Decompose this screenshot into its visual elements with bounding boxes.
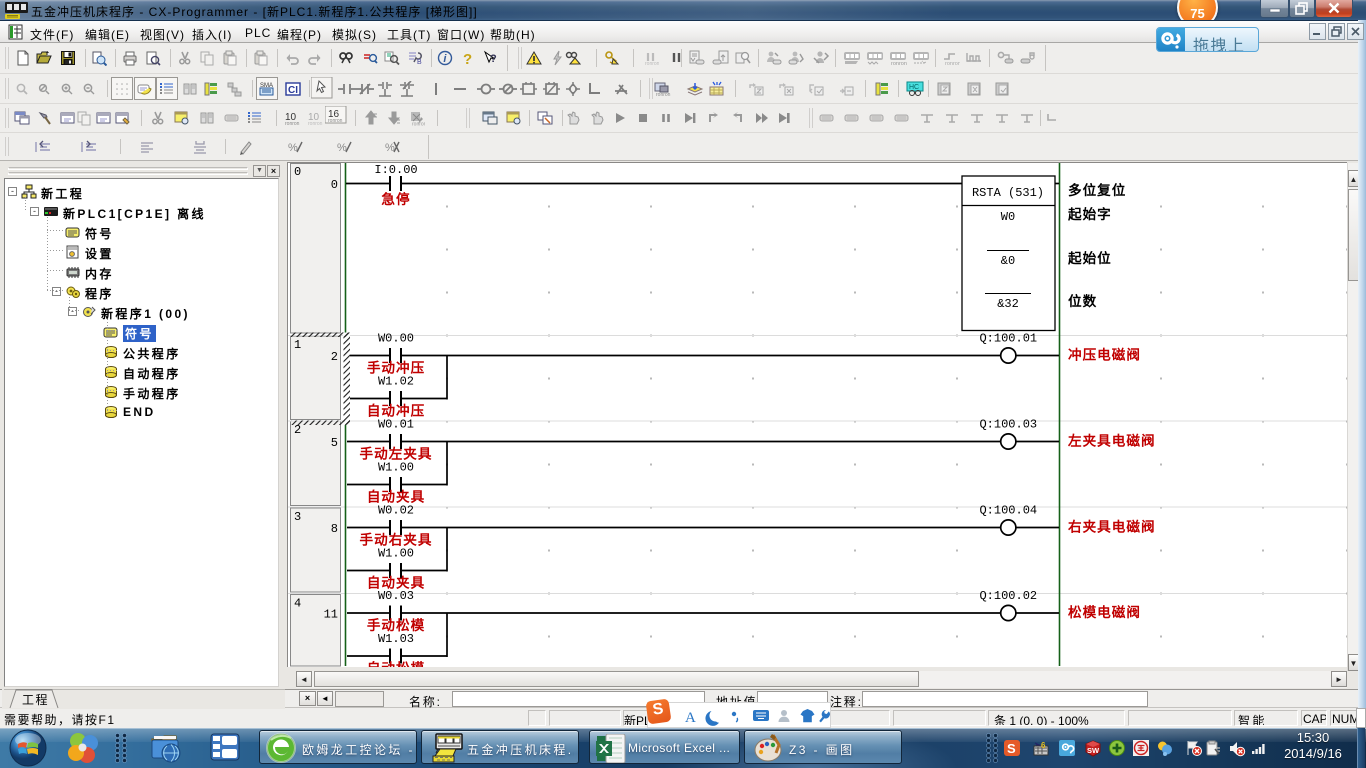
svg-text:A: A — [685, 710, 696, 726]
svg-text:0: 0 — [331, 178, 338, 192]
svg-text:W1.00: W1.00 — [378, 461, 414, 475]
svg-text:Q:100.04: Q:100.04 — [979, 504, 1037, 518]
svg-text:W0.00: W0.00 — [378, 332, 414, 346]
svg-text:3: 3 — [294, 510, 301, 524]
svg-text:0: 0 — [294, 165, 301, 179]
svg-text:RSTA (531): RSTA (531) — [972, 186, 1044, 200]
svg-text:手动左夹具: 手动左夹具 — [360, 446, 433, 462]
svg-text:Q:100.02: Q:100.02 — [979, 589, 1037, 603]
svg-text:W1.03: W1.03 — [378, 632, 414, 646]
svg-text:11: 11 — [324, 608, 338, 622]
svg-text:手动右夹具: 手动右夹具 — [360, 532, 433, 548]
svg-text:右夹具电磁阀: 右夹具电磁阀 — [1067, 519, 1156, 535]
svg-text:5: 5 — [331, 436, 338, 450]
svg-text:8: 8 — [331, 522, 338, 536]
svg-text:i: i — [443, 53, 447, 65]
svg-text:自动松模: 自动松模 — [367, 660, 425, 667]
svg-text:ronron: ronron — [308, 121, 323, 126]
svg-text:W0.01: W0.01 — [378, 418, 414, 432]
svg-text:ronron: ronron — [645, 61, 659, 66]
svg-text:HC: HC — [909, 84, 919, 91]
svg-text:B: B — [417, 59, 422, 66]
svg-text:手动松模: 手动松模 — [367, 617, 425, 633]
svg-text:1: 1 — [294, 338, 301, 352]
svg-text:%: % — [385, 142, 395, 154]
svg-text:%: % — [337, 142, 347, 154]
svg-text:&0: &0 — [1001, 254, 1015, 268]
svg-text:急停: 急停 — [381, 191, 410, 207]
svg-text:W0: W0 — [1001, 210, 1015, 224]
svg-text:位数: 位数 — [1068, 293, 1097, 309]
svg-text:自动冲压: 自动冲压 — [367, 403, 425, 419]
svg-text:?: ? — [490, 53, 497, 65]
svg-text:ronron: ronron — [891, 61, 907, 66]
svg-text:SW: SW — [1087, 746, 1100, 755]
svg-text:W1.00: W1.00 — [378, 547, 414, 561]
svg-text:ronron: ronron — [412, 122, 425, 127]
svg-text:ronron: ronron — [945, 61, 960, 66]
svg-text:自动夹具: 自动夹具 — [367, 489, 425, 505]
svg-text:%: % — [288, 142, 298, 154]
svg-text:&32: &32 — [997, 297, 1019, 311]
svg-text:ronron: ronron — [656, 92, 671, 97]
svg-text:ronron: ronron — [285, 121, 300, 126]
svg-text:?: ? — [463, 51, 472, 66]
svg-text:S: S — [1007, 741, 1016, 756]
svg-text:4: 4 — [294, 597, 301, 611]
svg-text:起始位: 起始位 — [1067, 250, 1112, 266]
svg-text:起始字: 起始字 — [1067, 206, 1112, 222]
svg-text:Q:100.01: Q:100.01 — [979, 332, 1037, 346]
svg-text:多位复位: 多位复位 — [1068, 182, 1126, 198]
svg-text:冲压电磁阀: 冲压电磁阀 — [1068, 347, 1141, 363]
svg-text:2: 2 — [294, 423, 301, 437]
svg-text:ronron: ronron — [328, 118, 343, 124]
svg-text:CI: CI — [288, 85, 298, 96]
svg-text:松模电磁阀: 松模电磁阀 — [1068, 604, 1141, 620]
svg-text:左夹具电磁阀: 左夹具电磁阀 — [1067, 433, 1156, 449]
svg-text:6: 6 — [1041, 741, 1046, 750]
svg-text:Q:100.03: Q:100.03 — [979, 418, 1037, 432]
svg-text:W1.02: W1.02 — [378, 375, 414, 389]
svg-text:I:0.00: I:0.00 — [374, 163, 417, 177]
svg-text:W0.03: W0.03 — [378, 589, 414, 603]
svg-text:2: 2 — [331, 350, 338, 364]
svg-text:手动冲压: 手动冲压 — [367, 360, 425, 376]
svg-text:W0.02: W0.02 — [378, 504, 414, 518]
svg-text:工程: 工程 — [22, 692, 49, 707]
